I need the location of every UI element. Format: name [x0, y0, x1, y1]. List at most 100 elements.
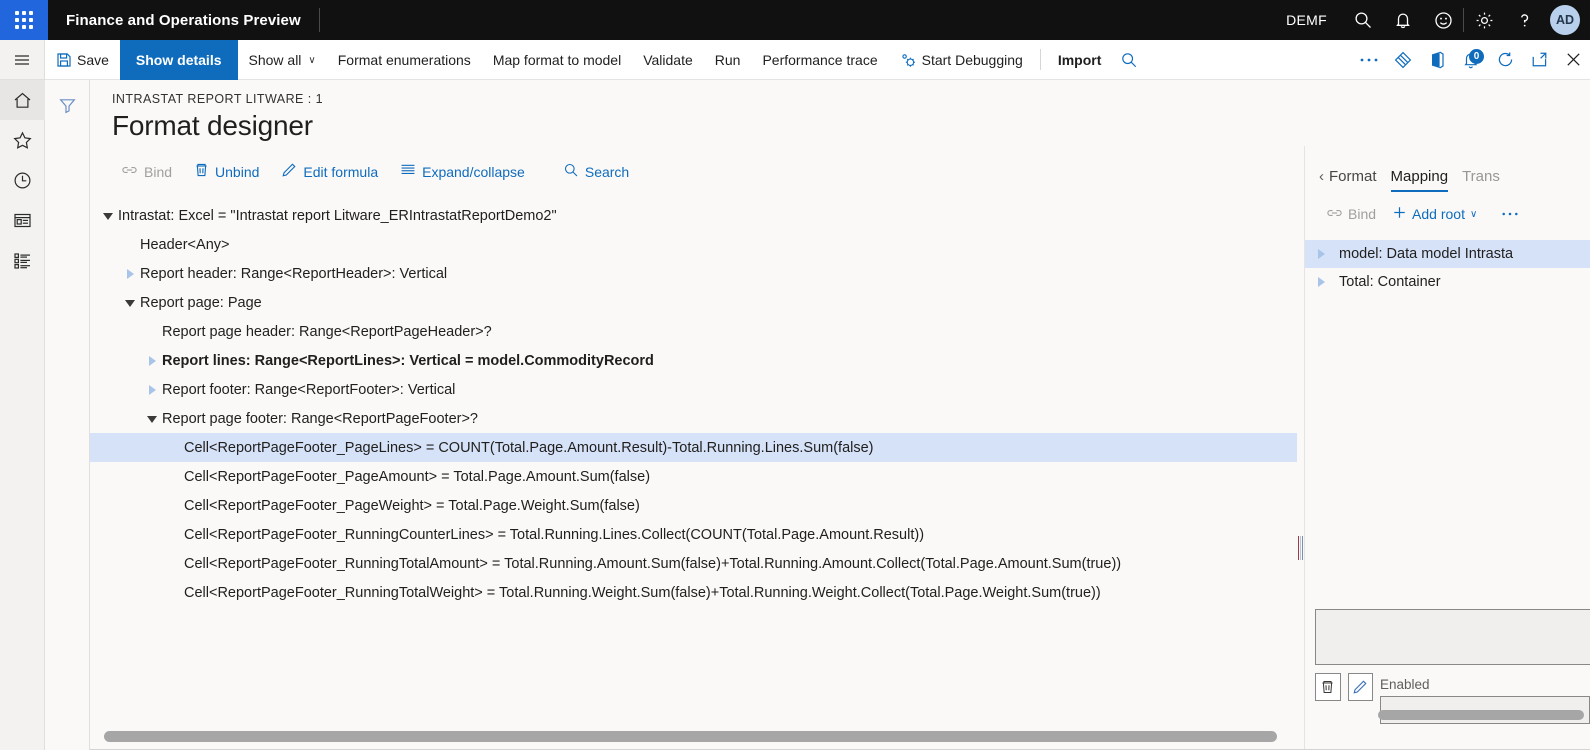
waffle-grid-icon[interactable] [0, 0, 48, 40]
splitter-grip[interactable] [1298, 536, 1303, 560]
delete-button[interactable] [1315, 673, 1341, 701]
settings-gear-icon[interactable] [1464, 0, 1504, 40]
tree-collapsed-arrow-icon[interactable] [142, 355, 162, 366]
format-tree-node[interactable]: Cell<ReportPageFooter_RunningCounterLine… [90, 520, 1297, 549]
header-right-group: DEMF AD [1270, 0, 1590, 40]
format-tree-node[interactable]: Cell<ReportPageFooter_RunningTotalAmount… [90, 549, 1297, 578]
import-button[interactable]: Import [1047, 40, 1113, 80]
tab-mapping[interactable]: Mapping [1390, 168, 1449, 192]
command-search-icon[interactable] [1112, 40, 1146, 80]
add-root-button[interactable]: Add root ∨ [1385, 202, 1484, 226]
format-tree-node[interactable]: Report header: Range<ReportHeader>: Vert… [90, 259, 1297, 288]
debug-gears-icon [900, 52, 917, 69]
company-label[interactable]: DEMF [1270, 12, 1343, 28]
main-column: INTRASTAT REPORT LITWARE : 1 Format desi… [90, 80, 1590, 750]
unbind-button[interactable]: Unbind [185, 158, 268, 185]
sidebar-item-recent[interactable] [0, 160, 45, 200]
notifications-icon[interactable]: 0 [1454, 40, 1488, 80]
mapping-tree[interactable]: model: Data model Intrasta Total: Contain… [1305, 232, 1590, 296]
close-icon[interactable] [1556, 40, 1590, 80]
horizontal-scrollbar-main[interactable] [104, 731, 1289, 742]
hamburger-menu-icon[interactable] [0, 40, 45, 80]
help-question-icon[interactable] [1504, 0, 1544, 40]
format-tree[interactable]: Intrastat: Excel = "Intrastat report Lit… [90, 191, 1297, 750]
breadcrumb: INTRASTAT REPORT LITWARE : 1 [112, 92, 324, 106]
bind-button[interactable]: Bind [112, 159, 181, 184]
format-tree-node-label: Intrastat: Excel = "Intrastat report Lit… [118, 207, 557, 224]
sidebar-item-home[interactable] [0, 80, 45, 120]
search-icon[interactable] [1343, 0, 1383, 40]
tab-trans[interactable]: Trans [1462, 168, 1500, 192]
refresh-icon[interactable] [1488, 40, 1522, 80]
formula-textarea[interactable] [1315, 609, 1590, 665]
mapping-overflow-button[interactable] [1494, 208, 1526, 220]
tab-format[interactable]: ‹ Format [1319, 168, 1377, 192]
sidebar-item-workspaces[interactable] [0, 200, 45, 240]
edit-formula-button[interactable]: Edit formula [272, 158, 387, 185]
tree-expanded-arrow-icon[interactable] [120, 299, 140, 307]
format-tree-node[interactable]: Report footer: Range<ReportFooter>: Vert… [90, 375, 1297, 404]
format-tree-node[interactable]: Cell<ReportPageFooter_PageWeight> = Tota… [90, 491, 1297, 520]
command-bar: Save Show details Show all ∨ Format enum… [45, 40, 1590, 80]
map-format-to-model-button[interactable]: Map format to model [482, 40, 632, 80]
scrollbar-thumb[interactable] [1378, 710, 1584, 720]
feedback-smiley-icon[interactable] [1423, 0, 1463, 40]
mapping-tree-node[interactable]: model: Data model Intrasta [1305, 240, 1590, 268]
filter-funnel-icon[interactable] [58, 96, 77, 750]
format-tree-node[interactable]: Cell<ReportPageFooter_RunningTotalWeight… [90, 578, 1297, 607]
overflow-ellipsis-icon[interactable] [1352, 40, 1386, 80]
mapping-tree-node[interactable]: Total: Container [1305, 268, 1590, 296]
format-enumerations-button[interactable]: Format enumerations [327, 40, 482, 80]
mapping-bind-button[interactable]: Bind [1319, 203, 1383, 226]
chevron-left-icon: ‹ [1319, 168, 1324, 185]
format-tree-node[interactable]: Report lines: Range<ReportLines>: Vertic… [90, 346, 1297, 375]
notifications-bell-icon[interactable] [1383, 0, 1423, 40]
format-tree-node-label: Report page footer: Range<ReportPageFoot… [162, 410, 478, 427]
tree-collapsed-arrow-icon[interactable] [1311, 277, 1331, 287]
chevron-down-icon: ∨ [308, 54, 316, 66]
tree-collapsed-arrow-icon[interactable] [142, 384, 162, 395]
sidebar-item-favorites[interactable] [0, 120, 45, 160]
avatar[interactable]: AD [1550, 5, 1580, 35]
scrollbar-thumb[interactable] [104, 731, 1278, 742]
performance-trace-button[interactable]: Performance trace [751, 40, 888, 80]
sidebar-item-modules[interactable] [0, 240, 45, 280]
expand-collapse-button[interactable]: Expand/collapse [391, 159, 534, 184]
format-tree-node[interactable]: Report page header: Range<ReportPageHead… [90, 317, 1297, 346]
show-all-dropdown[interactable]: Show all ∨ [238, 40, 327, 80]
format-tree-node-label: Cell<ReportPageFooter_RunningTotalWeight… [184, 584, 1101, 601]
format-tree-node[interactable]: Cell<ReportPageFooter_PageLines> = COUNT… [90, 433, 1297, 462]
page-container: INTRASTAT REPORT LITWARE : 1 Format desi… [45, 80, 1590, 750]
format-tree-node-label: Report lines: Range<ReportLines>: Vertic… [162, 352, 654, 369]
run-button[interactable]: Run [704, 40, 752, 80]
unbind-trash-icon [194, 162, 209, 181]
tree-collapsed-arrow-icon[interactable] [120, 268, 140, 279]
page-title: Format designer [112, 110, 313, 141]
show-details-label: Show details [135, 52, 222, 68]
tree-expanded-arrow-icon[interactable] [142, 415, 162, 423]
tree-expanded-arrow-icon[interactable] [98, 212, 118, 220]
attach-diamond-icon[interactable] [1386, 40, 1420, 80]
unbind-label: Unbind [215, 163, 260, 180]
format-tree-node[interactable]: Report page footer: Range<ReportPageFoot… [90, 404, 1297, 433]
format-tree-node[interactable]: Intrastat: Excel = "Intrastat report Lit… [90, 201, 1297, 230]
show-details-button[interactable]: Show details [119, 40, 238, 80]
mapping-pane-bottom: Enabled [1305, 609, 1590, 750]
format-tree-node[interactable]: Cell<ReportPageFooter_PageAmount> = Tota… [90, 462, 1297, 491]
validate-button[interactable]: Validate [632, 40, 704, 80]
format-tree-node[interactable]: Header<Any> [90, 230, 1297, 259]
filter-column [45, 80, 90, 750]
horizontal-scrollbar-mapping[interactable] [1313, 710, 1584, 720]
pane-splitter[interactable] [1297, 146, 1304, 750]
start-debugging-button[interactable]: Start Debugging [889, 40, 1034, 80]
format-tree-actions: Bind Unbind Edit formula Expand/collapse… [90, 146, 1297, 191]
search-button[interactable]: Search [554, 158, 638, 185]
edit-button[interactable] [1347, 673, 1373, 701]
save-button[interactable]: Save [45, 40, 120, 80]
office-app-icon[interactable] [1420, 40, 1454, 80]
tree-collapsed-arrow-icon[interactable] [1311, 249, 1331, 259]
notification-count-badge: 0 [1469, 48, 1484, 64]
format-tree-node[interactable]: Report page: Page [90, 288, 1297, 317]
mapping-pane: ‹ Format Mapping Trans Bind Add root ∨ m… [1304, 146, 1590, 750]
popout-icon[interactable] [1522, 40, 1556, 80]
